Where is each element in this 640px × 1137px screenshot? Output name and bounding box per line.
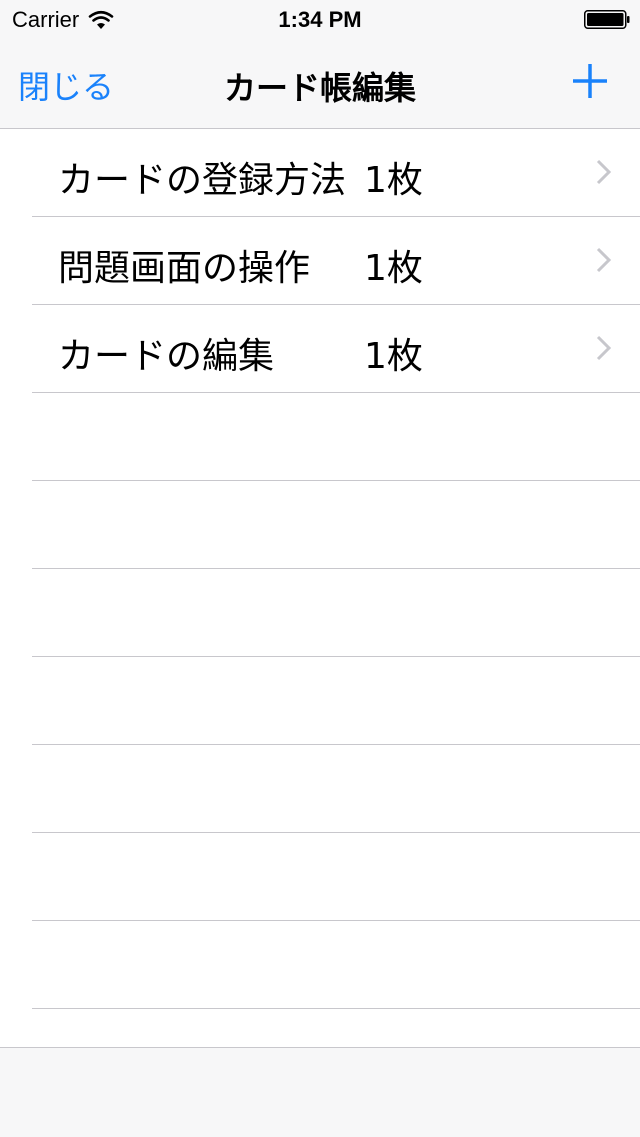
top-bar: Carrier 1:34 PM 閉じる カード帳編集: [0, 0, 640, 129]
list-item[interactable]: カードの編集 1枚: [32, 305, 640, 393]
chevron-right-icon: [596, 159, 612, 185]
navigation-bar: 閉じる カード帳編集: [0, 40, 640, 128]
list-item[interactable]: カードの登録方法 1枚: [32, 129, 640, 217]
empty-row: [32, 745, 640, 833]
battery-icon: [584, 10, 630, 29]
bottom-toolbar: [0, 1047, 640, 1137]
empty-row: [32, 921, 640, 1009]
deck-title: 問題画面の操作: [58, 248, 311, 289]
deck-title: カードの編集: [58, 336, 275, 377]
list-item[interactable]: 問題画面の操作 1枚: [32, 217, 640, 305]
deck-list: カードの登録方法 1枚 問題画面の操作 1枚 カードの編集 1枚: [0, 129, 640, 1097]
deck-count: 1枚: [364, 160, 423, 201]
deck-count: 1枚: [364, 336, 423, 377]
plus-icon[interactable]: [570, 61, 610, 101]
status-bar: Carrier 1:34 PM: [0, 0, 640, 40]
empty-row: [32, 569, 640, 657]
deck-count: 1枚: [364, 248, 423, 289]
empty-row: [32, 481, 640, 569]
empty-row: [32, 833, 640, 921]
chevron-right-icon: [596, 247, 612, 273]
deck-title: カードの登録方法: [58, 160, 347, 201]
empty-row: [32, 657, 640, 745]
page-title: カード帳編集: [223, 69, 416, 107]
chevron-right-icon: [596, 335, 612, 361]
empty-row: [32, 393, 640, 481]
status-time: 1:34 PM: [278, 7, 362, 32]
